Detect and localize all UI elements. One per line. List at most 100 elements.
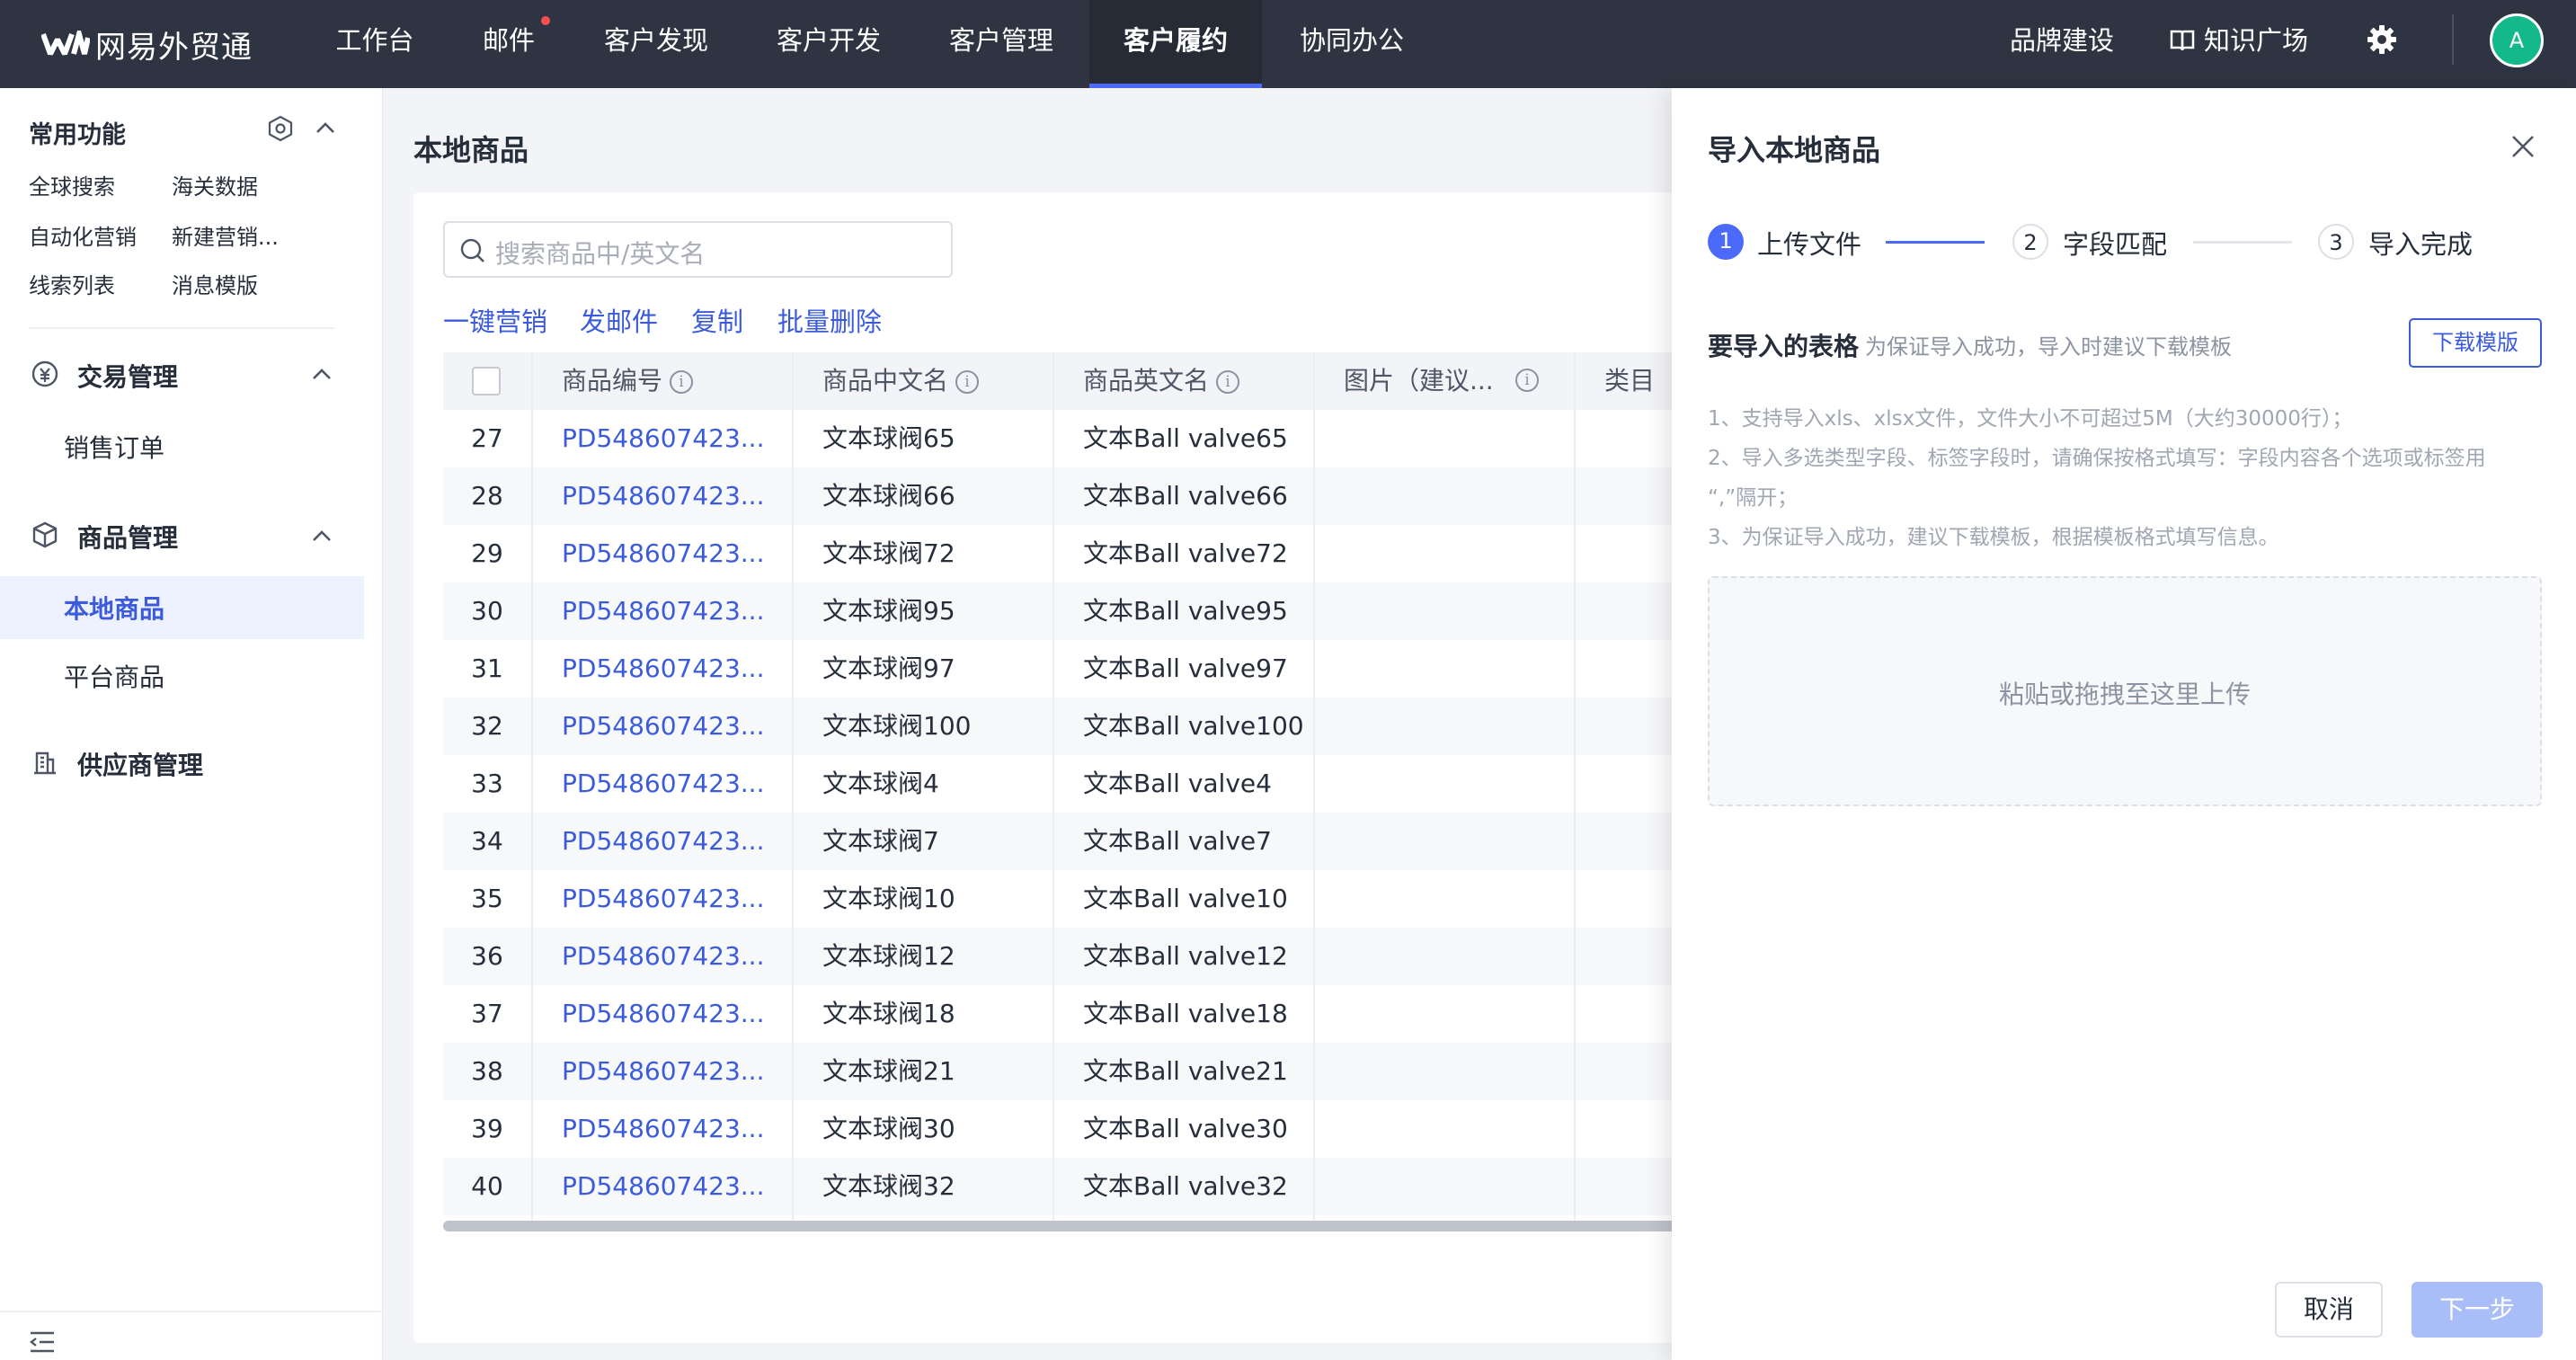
- sidebar-item-local-products[interactable]: 本地商品: [64, 590, 164, 626]
- select-all-checkbox[interactable]: [472, 367, 501, 396]
- sidebar-item-platform-products[interactable]: 平台商品: [64, 658, 164, 694]
- chinese-name-cell: 文本球阀100: [822, 711, 972, 741]
- row-number-cell: 29: [471, 538, 503, 568]
- import-note-1: 1、支持导入xls、xlsx文件，文件大小不可超过5M（大约30000行）；: [1708, 407, 2353, 431]
- one-click-marketing-button[interactable]: 一键营销: [443, 301, 547, 339]
- import-table-hint: 为保证导入成功，导入时建议下载模板: [1865, 334, 2232, 360]
- step-1-indicator: 1: [1708, 224, 1744, 260]
- product-id-link[interactable]: PD548607423...: [562, 813, 764, 870]
- info-icon[interactable]: i: [1216, 370, 1240, 394]
- product-id-link[interactable]: PD548607423...: [562, 467, 764, 525]
- product-chevron-up-icon[interactable]: [311, 529, 333, 543]
- quick-link-global-search[interactable]: 全球搜索: [29, 169, 115, 200]
- chinese-name-cell: 文本球阀95: [822, 596, 955, 626]
- product-id-link[interactable]: PD548607423...: [562, 525, 764, 582]
- nav-tab-customer-development[interactable]: 客户开发: [762, 0, 895, 88]
- product-id-link[interactable]: PD548607423...: [562, 640, 764, 698]
- brand-building-link[interactable]: 品牌建设: [2010, 0, 2114, 88]
- chinese-name-cell: 文本球阀4: [822, 769, 939, 798]
- sidebar-group-product-management[interactable]: 商品管理: [77, 519, 178, 555]
- quick-link-customs-data[interactable]: 海关数据: [172, 169, 258, 200]
- english-name-cell: 文本Ball valve21: [1083, 1056, 1288, 1086]
- product-id-link[interactable]: PD548607423...: [562, 410, 764, 467]
- close-icon[interactable]: [2508, 131, 2538, 162]
- column-header-english-name[interactable]: 商品英文名 i: [1083, 352, 1240, 410]
- nav-tab-customer-fulfillment[interactable]: 客户履约: [1089, 0, 1262, 88]
- settings-gear-icon[interactable]: [2367, 24, 2397, 55]
- send-email-button[interactable]: 发邮件: [580, 301, 658, 339]
- collapse-chevron-up-icon[interactable]: [315, 120, 336, 135]
- english-name-cell: 文本Ball valve72: [1083, 538, 1288, 568]
- nav-tab-workbench[interactable]: 工作台: [322, 0, 428, 88]
- nav-divider: [2452, 14, 2454, 65]
- row-number-cell: 33: [471, 769, 503, 798]
- sidebar-item-sales-orders[interactable]: 销售订单: [64, 429, 164, 465]
- top-nav: 网易外贸通 工作台 邮件 客户发现 客户开发 客户管理 客户履约 协同办公 品牌…: [0, 0, 2576, 88]
- column-header-chinese-name[interactable]: 商品中文名 i: [822, 352, 980, 410]
- english-name-cell: 文本Ball valve65: [1083, 423, 1288, 453]
- download-template-button[interactable]: 下载模版: [2409, 318, 2542, 368]
- row-number-cell: 28: [471, 481, 503, 511]
- quick-link-message-template[interactable]: 消息模版: [172, 268, 258, 299]
- step-connector: [2193, 241, 2292, 244]
- copy-button[interactable]: 复制: [691, 301, 743, 339]
- column-divider: [531, 352, 533, 1222]
- row-number-cell: 36: [471, 941, 503, 971]
- info-icon[interactable]: i: [670, 370, 694, 394]
- column-header-category[interactable]: 类目: [1604, 352, 1655, 410]
- chinese-name-cell: 文本球阀32: [822, 1171, 955, 1201]
- row-number-cell: 39: [471, 1114, 503, 1143]
- next-step-button[interactable]: 下一步: [2412, 1282, 2543, 1338]
- settings-hexagon-icon[interactable]: [267, 115, 294, 142]
- app-logo[interactable]: 网易外贸通: [41, 20, 253, 68]
- product-id-link[interactable]: PD548607423...: [562, 698, 764, 755]
- cancel-button[interactable]: 取消: [2275, 1282, 2383, 1338]
- chinese-name-cell: 文本球阀10: [822, 884, 955, 913]
- info-icon[interactable]: i: [955, 370, 980, 394]
- chinese-name-cell: 文本球阀18: [822, 999, 955, 1028]
- product-id-link[interactable]: PD548607423...: [562, 870, 764, 928]
- english-name-cell: 文本Ball valve10: [1083, 884, 1288, 913]
- column-divider: [1313, 352, 1315, 1222]
- quick-link-new-marketing[interactable]: 新建营销...: [172, 219, 279, 251]
- row-number-cell: 40: [471, 1171, 503, 1201]
- row-number-cell: 27: [471, 423, 503, 453]
- upload-dropzone[interactable]: 粘贴或拖拽至这里上传: [1708, 576, 2542, 806]
- column-divider: [1053, 352, 1054, 1222]
- horizontal-scrollbar[interactable]: [443, 1221, 1677, 1231]
- chinese-name-cell: 文本球阀65: [822, 423, 955, 453]
- product-id-link[interactable]: PD548607423...: [562, 985, 764, 1043]
- product-id-link[interactable]: PD548607423...: [562, 1158, 764, 1215]
- product-id-link[interactable]: PD548607423...: [562, 1100, 764, 1158]
- product-id-link[interactable]: PD548607423...: [562, 928, 764, 985]
- batch-delete-button[interactable]: 批量删除: [777, 301, 882, 339]
- knowledge-square-link[interactable]: 知识广场: [2170, 0, 2308, 81]
- chinese-name-cell: 文本球阀97: [822, 653, 955, 683]
- sidebar-group-trade-management[interactable]: 交易管理: [77, 358, 178, 394]
- product-id-link[interactable]: PD548607423...: [562, 582, 764, 640]
- quick-link-leads-list[interactable]: 线索列表: [29, 268, 115, 299]
- upload-hint: 粘贴或拖拽至这里上传: [1998, 680, 2251, 709]
- search-icon: [460, 238, 484, 262]
- sidebar-footer-divider: [0, 1311, 383, 1312]
- product-id-link[interactable]: PD548607423...: [562, 755, 764, 813]
- nav-tab-collaboration[interactable]: 协同办公: [1285, 0, 1418, 88]
- user-avatar[interactable]: A: [2490, 13, 2544, 67]
- quick-link-auto-marketing[interactable]: 自动化营销: [29, 219, 137, 251]
- nav-tab-customer-management[interactable]: 客户管理: [935, 0, 1068, 88]
- product-search-input[interactable]: 搜索商品中/英文名: [443, 221, 953, 278]
- chinese-name-cell: 文本球阀72: [822, 538, 955, 568]
- english-name-cell: 文本Ball valve12: [1083, 941, 1288, 971]
- english-name-cell: 文本Ball valve4: [1083, 769, 1272, 798]
- search-placeholder: 搜索商品中/英文名: [495, 239, 706, 269]
- row-number-cell: 31: [471, 653, 503, 683]
- product-id-link[interactable]: PD548607423...: [562, 1043, 764, 1100]
- collapse-menu-icon[interactable]: [29, 1330, 56, 1354]
- nav-tab-mail[interactable]: 邮件: [467, 0, 550, 88]
- sidebar-group-supplier-management[interactable]: 供应商管理: [77, 746, 203, 782]
- info-icon[interactable]: i: [1515, 369, 1539, 392]
- nav-tab-customer-discovery[interactable]: 客户发现: [590, 0, 723, 88]
- column-header-product-id[interactable]: 商品编号 i: [562, 352, 694, 410]
- sidebar-active-highlight: [0, 576, 364, 639]
- trade-chevron-up-icon[interactable]: [311, 367, 333, 381]
